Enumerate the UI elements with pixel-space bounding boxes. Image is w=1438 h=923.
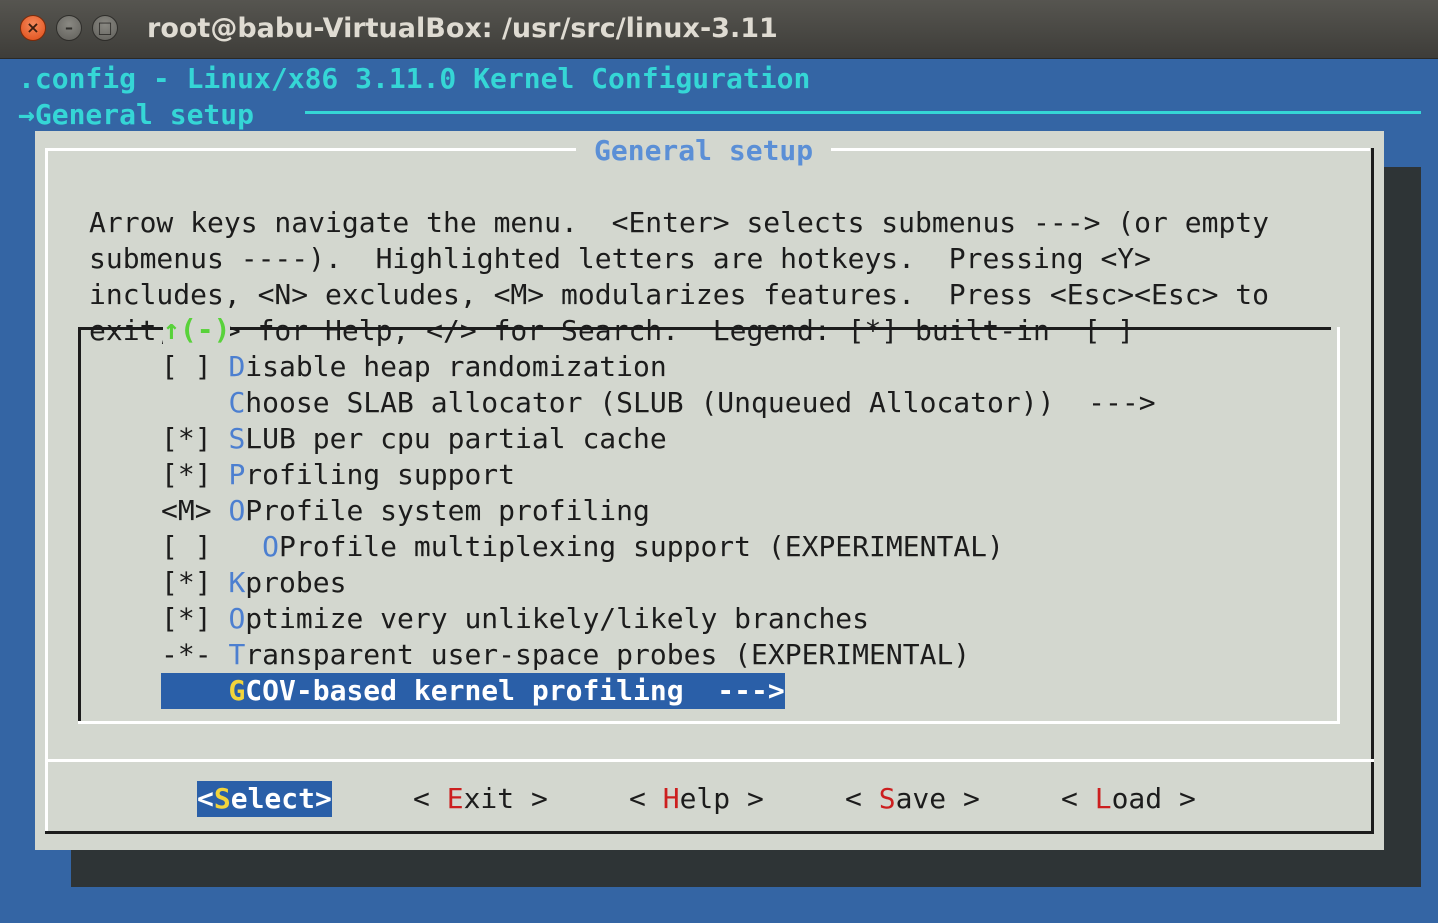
window-title: root@babu-VirtualBox: /usr/src/linux-3.1… (147, 13, 778, 44)
button-label: elect (230, 782, 316, 815)
menu-item-state: [*] (161, 602, 229, 635)
menu-item[interactable]: [ ] OProfile multiplexing support (EXPER… (161, 529, 1004, 565)
button-bracket: < (1061, 782, 1095, 815)
button-separator (45, 759, 1374, 762)
button-label: ave (895, 782, 947, 815)
dialog-shadow (71, 850, 1421, 887)
menu-item[interactable]: [*] Profiling support (161, 457, 515, 493)
menu-item-state: [*] (161, 458, 229, 491)
menu-item-state: [*] (161, 566, 229, 599)
menu-item-label: ptimize very unlikely/likely branches (245, 602, 870, 635)
menu-item-label: LUB per cpu partial cache (245, 422, 667, 455)
menu-item-label: probes (245, 566, 347, 599)
breadcrumb: →General setup (18, 98, 255, 131)
breadcrumb-rule (305, 111, 1421, 114)
menu-item-selected[interactable]: GCOV-based kernel profiling ---> (161, 673, 785, 709)
menu-item-hotkey: D (228, 350, 246, 383)
button-bracket: < (629, 782, 663, 815)
load-button[interactable]: < Load > (1061, 781, 1196, 817)
close-icon: × (26, 18, 40, 37)
button-bracket: > (946, 782, 980, 815)
menu-item-label: Profile multiplexing support (EXPERIMENT… (279, 530, 1004, 563)
button-hotkey: S (878, 782, 896, 815)
maximize-window-button[interactable]: □ (92, 15, 118, 41)
menu-item-hotkey: O (228, 602, 246, 635)
button-hotkey: S (213, 782, 231, 815)
save-button[interactable]: < Save > (845, 781, 980, 817)
config-title: .config - Linux/x86 3.11.0 Kernel Config… (18, 62, 811, 95)
menu-item-label: COV-based kernel profiling ---> (245, 674, 785, 707)
menu-item-hotkey: P (228, 458, 246, 491)
dialog-border (45, 831, 1374, 834)
menu-item-state (161, 386, 228, 419)
help-line: submenus ----). Highlighted letters are … (89, 242, 1152, 275)
menu-item-hotkey: T (228, 638, 246, 671)
menu-item-hotkey: O (228, 494, 246, 527)
button-bracket: > (315, 782, 332, 815)
menu-item-state: [ ] (161, 530, 263, 563)
menu-item-label: Profile system profiling (245, 494, 650, 527)
menu-item[interactable]: [ ] Disable heap randomization (161, 349, 667, 385)
menu-item[interactable]: [*] Kprobes (161, 565, 346, 601)
menu-item-label: ransparent user-space probes (EXPERIMENT… (245, 638, 971, 671)
window-titlebar: × – □ root@babu-VirtualBox: /usr/src/lin… (0, 0, 1438, 59)
button-label: oad (1111, 782, 1163, 815)
menu-item-hotkey: O (262, 530, 280, 563)
menu-item[interactable]: [*] Optimize very unlikely/likely branch… (161, 601, 869, 637)
menu-box-border (78, 721, 1340, 724)
menu-box-border (1337, 327, 1340, 724)
help-line: includes, <N> excludes, <M> modularizes … (89, 278, 1270, 311)
button-hotkey: H (662, 782, 680, 815)
help-line: Arrow keys navigate the menu. <Enter> se… (89, 206, 1270, 239)
menu-item-state: -*- (161, 638, 229, 671)
menu-item[interactable]: Choose SLAB allocator (SLUB (Unqueued Al… (161, 385, 1156, 421)
dialog-border (45, 148, 48, 834)
help-button[interactable]: < Help > (629, 781, 764, 817)
menu-item-hotkey: K (228, 566, 246, 599)
dialog-shadow (1384, 167, 1421, 887)
button-bracket: > (514, 782, 548, 815)
menu-item-label: rofiling support (245, 458, 516, 491)
maximize-icon: □ (97, 18, 113, 37)
menu-item[interactable]: [*] SLUB per cpu partial cache (161, 421, 667, 457)
menu-item-label: isable heap randomization (245, 350, 667, 383)
menu-box-border (78, 327, 1331, 330)
menu-box-border (78, 327, 81, 724)
button-label: elp (679, 782, 731, 815)
menu-item-state (161, 674, 228, 707)
help-line: exit, <?> for Help, </> for Search. Lege… (89, 314, 1135, 347)
menu-item-state: <M> (161, 494, 229, 527)
menu-item-state: [*] (161, 422, 229, 455)
menu-item-hotkey: G (228, 674, 246, 707)
menu-item[interactable]: -*- Transparent user-space probes (EXPER… (161, 637, 970, 673)
close-window-button[interactable]: × (20, 15, 46, 41)
button-bracket: < (845, 782, 879, 815)
button-bracket: < (197, 782, 214, 815)
dialog-title: General setup (576, 133, 832, 169)
button-hotkey: E (446, 782, 464, 815)
button-bracket: > (1162, 782, 1196, 815)
button-label: xit (463, 782, 515, 815)
menu-item[interactable]: <M> OProfile system profiling (161, 493, 650, 529)
dialog-border (1371, 148, 1374, 834)
menu-item-hotkey: C (228, 386, 246, 419)
button-hotkey: L (1094, 782, 1112, 815)
menu-item-state: [ ] (161, 350, 229, 383)
menu-item-label: hoose SLAB allocator (SLUB (Unqueued All… (245, 386, 1156, 419)
menu-item-hotkey: S (228, 422, 246, 455)
button-bracket: < (413, 782, 447, 815)
minimize-window-button[interactable]: – (56, 15, 82, 41)
exit-button[interactable]: < Exit > (413, 781, 548, 817)
button-bracket: > (730, 782, 764, 815)
scroll-up-indicator[interactable]: ↑(-) (163, 312, 231, 348)
minimize-icon: – (65, 18, 73, 37)
select-button[interactable]: <Select> (197, 781, 332, 817)
